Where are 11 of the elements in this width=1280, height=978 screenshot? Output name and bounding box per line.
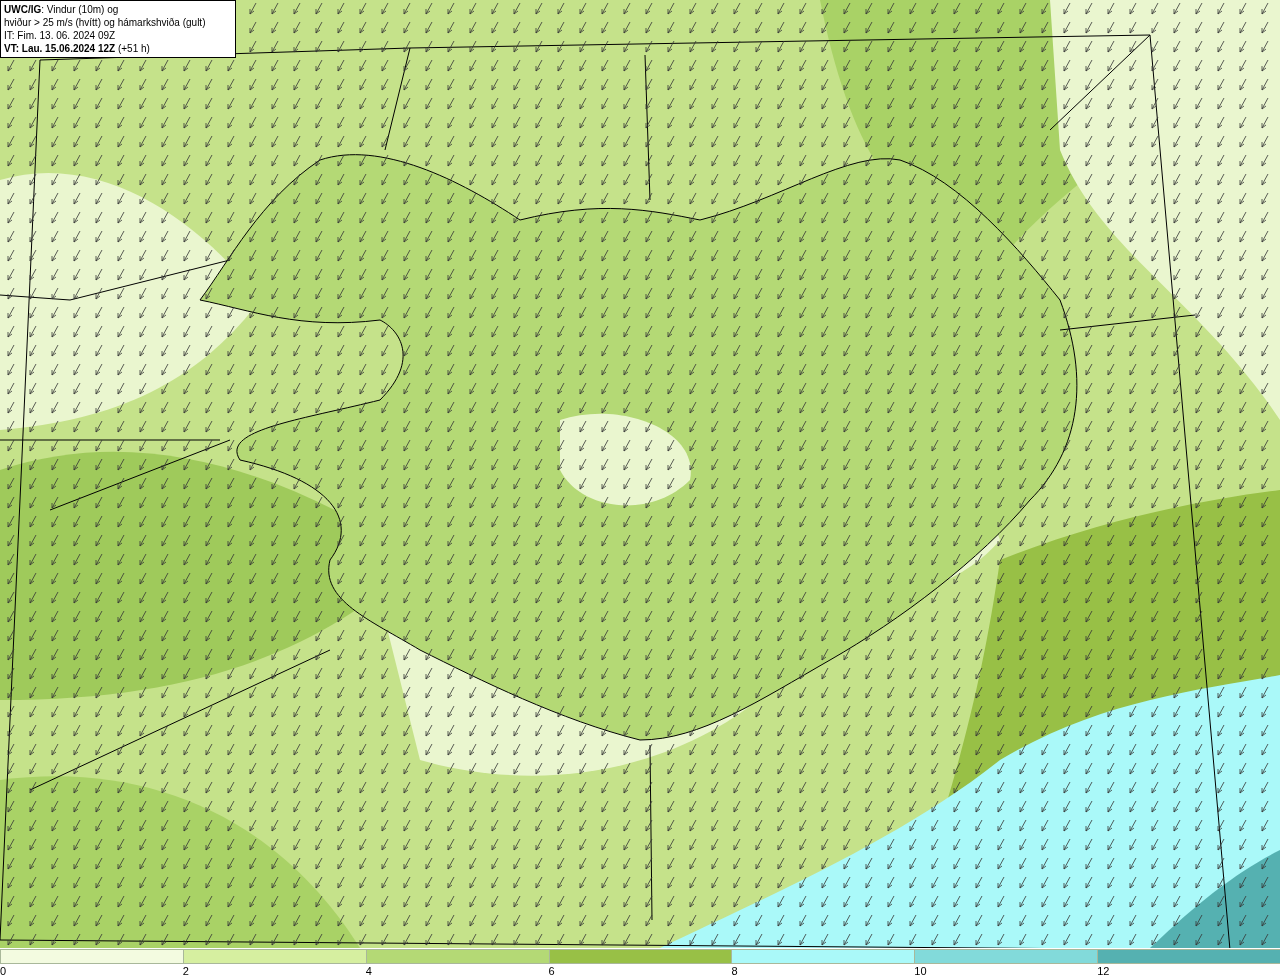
legend-text: hviður > 25 m/s (hvítt) og hámarkshviða (gult) — [4, 16, 207, 29]
legend-text: IT: Fim. 13. 06. 2024 09Z — [4, 29, 117, 42]
colorbar-label: 10 — [914, 964, 927, 978]
colorbar-label: 12 — [1097, 964, 1110, 978]
colorbar-label: 6 — [548, 964, 555, 978]
colorbar-label: 0 — [0, 964, 7, 978]
legend-text: UWC/IG: Vindur (10m) og — [4, 3, 120, 16]
legend-text: VT: Lau. 15.06.2024 12Z (+51 h) — [4, 42, 151, 55]
colorbar-label: 4 — [365, 964, 372, 978]
colorbar-label: 2 — [182, 964, 189, 978]
colorbar-label: 8 — [731, 964, 738, 978]
